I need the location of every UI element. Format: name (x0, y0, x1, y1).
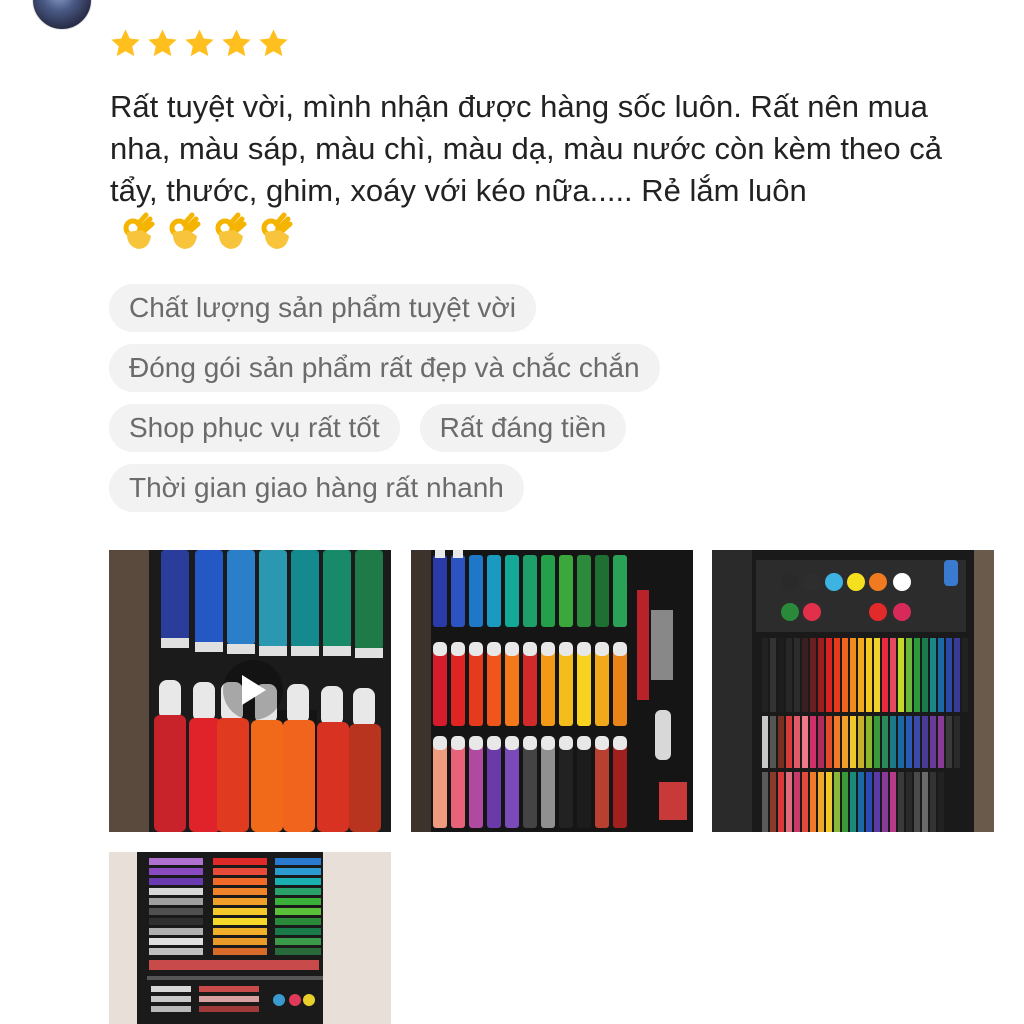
star-icon (111, 29, 140, 57)
star-icon (148, 29, 177, 57)
ok-hand-emoji (261, 212, 293, 249)
ok-hand-emoji (169, 212, 201, 249)
review-photo[interactable] (712, 550, 994, 832)
more-icon[interactable] (862, 0, 896, 6)
play-icon (242, 675, 266, 705)
review-tags: Chất lượng sản phẩm tuyệt vời Đóng gói s… (109, 284, 989, 524)
tag-chip[interactable]: Thời gian giao hàng rất nhanh (109, 464, 524, 512)
review-body: Rất tuyệt vời, mình nhận được hàng sốc l… (110, 89, 951, 208)
tag-chip[interactable]: Đóng gói sản phẩm rất đẹp và chắc chắn (109, 344, 660, 392)
play-button[interactable] (223, 660, 283, 720)
tag-chip[interactable]: Chất lượng sản phẩm tuyệt vời (109, 284, 536, 332)
emoji-group (118, 212, 296, 252)
review-video-thumbnail[interactable] (109, 550, 391, 832)
ok-hand-emoji (215, 212, 247, 249)
reviewer-avatar[interactable] (32, 0, 92, 30)
review-text: Rất tuyệt vời, mình nhận được hàng sốc l… (110, 86, 990, 257)
tag-chip[interactable]: Shop phục vụ rất tốt (109, 404, 400, 452)
star-icon (259, 29, 288, 57)
rating-stars (109, 27, 290, 60)
review-photo[interactable] (109, 852, 391, 1024)
ok-hand-emoji (123, 212, 155, 249)
review-photo[interactable] (411, 550, 693, 832)
star-icon (222, 29, 251, 57)
star-icon (185, 29, 214, 57)
tag-chip[interactable]: Rất đáng tiền (419, 404, 627, 452)
